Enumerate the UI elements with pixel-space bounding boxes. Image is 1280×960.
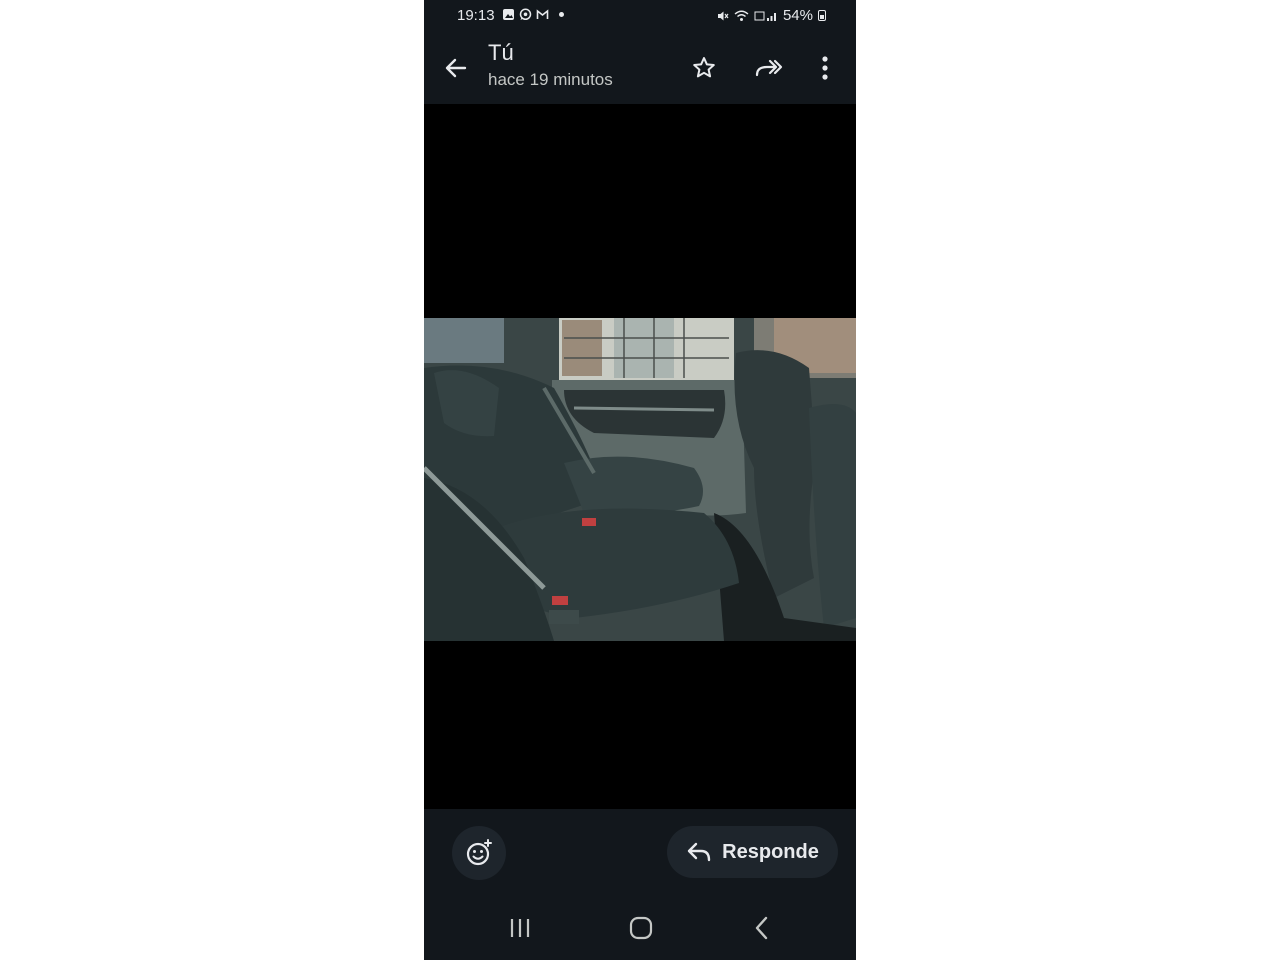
recent-apps-icon <box>510 919 530 937</box>
image-viewer <box>424 104 856 809</box>
app-bar: Tú hace 19 minutos <box>424 32 856 104</box>
gallery-icon <box>503 9 514 20</box>
back-nav-button[interactable] <box>742 911 782 945</box>
recent-apps-button[interactable] <box>500 911 540 945</box>
bottom-action-bar: Responde <box>424 809 856 897</box>
more-options-button[interactable] <box>807 50 843 86</box>
reply-icon <box>687 842 711 862</box>
car-rear-seat-photo[interactable] <box>424 318 856 641</box>
back-button[interactable] <box>438 50 474 86</box>
mute-icon <box>717 11 729 20</box>
gmail-icon <box>536 9 549 19</box>
home-button[interactable] <box>621 911 661 945</box>
forward-all-icon <box>755 59 783 77</box>
battery-percent: 54% <box>782 7 813 24</box>
system-icons: 54% <box>717 7 826 24</box>
battery-icon <box>818 10 826 21</box>
forward-all-button[interactable] <box>750 50 786 86</box>
star-icon <box>693 57 715 78</box>
star-button[interactable] <box>686 50 722 86</box>
reply-button[interactable]: Responde <box>667 826 838 878</box>
status-time: 19:13 <box>457 7 495 24</box>
system-nav-bar <box>424 897 856 960</box>
home-icon <box>629 916 653 940</box>
more-notifications-dot <box>559 12 564 17</box>
add-reaction-button[interactable] <box>452 826 506 880</box>
sender-name: Tú <box>488 40 514 65</box>
back-arrow-icon <box>445 58 467 78</box>
add-reaction-icon <box>466 839 492 866</box>
title-block: Tú hace 19 minutos <box>488 40 613 90</box>
reply-label: Responde <box>722 840 819 863</box>
status-bar: 19:13 54% <box>424 0 856 32</box>
wifi-icon <box>734 10 749 21</box>
back-nav-icon <box>755 916 768 940</box>
volte-signal-icon <box>754 11 776 21</box>
phone-screen: 19:13 54% Tú hace 19 minutos Responde <box>424 0 856 960</box>
more-vert-icon <box>822 56 828 80</box>
notification-icons <box>502 8 564 21</box>
message-time: hace 19 minutos <box>488 70 613 89</box>
whatsapp-icon <box>519 8 532 21</box>
